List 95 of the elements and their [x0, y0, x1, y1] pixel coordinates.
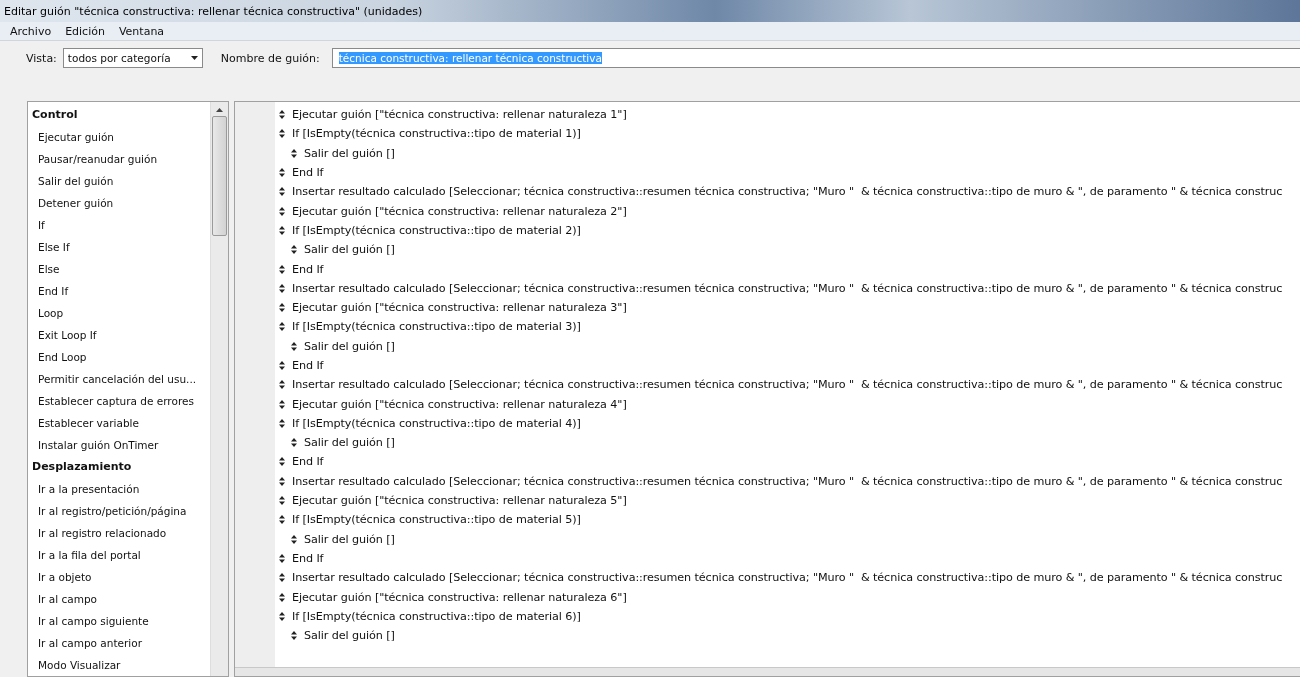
move-handle-icon[interactable]	[279, 515, 285, 525]
move-handle-icon[interactable]	[279, 129, 285, 139]
move-handle-icon[interactable]	[279, 553, 285, 563]
script-step[interactable]: Ejecutar guión ["técnica constructiva: rellenar naturaleza 6"]	[292, 590, 627, 604]
script-step[interactable]: End If	[292, 455, 324, 469]
script-step[interactable]: If [IsEmpty(técnica constructiva::tipo de material 3)]	[292, 320, 581, 334]
step-list-item[interactable]: Establecer captura de errores	[32, 390, 210, 412]
move-handle-icon[interactable]	[279, 283, 285, 293]
step-list-item[interactable]: Ir al campo	[32, 588, 210, 610]
step-list-item[interactable]: Ir al campo anterior	[32, 632, 210, 654]
horizontal-scrollbar[interactable]	[235, 667, 1300, 676]
dropdown-caret-icon	[190, 56, 198, 60]
step-list-item[interactable]: End Loop	[32, 346, 210, 368]
step-list-item[interactable]: Pausar/reanudar guión	[32, 148, 210, 170]
move-handle-icon[interactable]	[291, 438, 297, 448]
script-step[interactable]: Insertar resultado calculado [Seleccionar; técnica constructiva::resumen técnica constructiva; "Muro " & técnica constructiva::tipo de muro & ", de paramento " & técnica construc	[292, 378, 1283, 392]
step-list-item[interactable]: Ir al registro relacionado	[32, 522, 210, 544]
step-list-item[interactable]: If	[32, 214, 210, 236]
move-handle-icon[interactable]	[279, 457, 285, 467]
script-step[interactable]: If [IsEmpty(técnica constructiva::tipo de material 4)]	[292, 416, 581, 430]
move-handle-icon[interactable]	[279, 573, 285, 583]
scroll-thumb[interactable]	[212, 116, 227, 236]
script-step[interactable]: Salir del guión []	[304, 532, 395, 546]
vertical-scrollbar[interactable]	[210, 102, 228, 676]
move-handle-icon[interactable]	[279, 322, 285, 332]
script-step[interactable]: Ejecutar guión ["técnica constructiva: rellenar naturaleza 3"]	[292, 301, 627, 315]
script-step[interactable]: Salir del guión []	[304, 146, 395, 160]
script-step[interactable]: End If	[292, 166, 324, 180]
script-step[interactable]: Insertar resultado calculado [Seleccionar; técnica constructiva::resumen técnica constructiva; "Muro " & técnica constructiva::tipo de muro & ", de paramento " & técnica construc	[292, 474, 1283, 488]
script-step[interactable]: If [IsEmpty(técnica constructiva::tipo de material 6)]	[292, 609, 581, 623]
move-handle-icon[interactable]	[279, 206, 285, 216]
move-handle-icon[interactable]	[291, 341, 297, 351]
step-list-item[interactable]: Ejecutar guión	[32, 126, 210, 148]
step-list-item[interactable]: Loop	[32, 302, 210, 324]
script-name-label: Nombre de guión:	[220, 51, 320, 65]
step-list-item[interactable]: Ir a objeto	[32, 566, 210, 588]
step-list-item[interactable]: Else If	[32, 236, 210, 258]
view-dropdown[interactable]: todos por categoría	[62, 48, 203, 68]
step-list-item[interactable]: Ir al campo siguiente	[32, 610, 210, 632]
step-list-item[interactable]: Salir del guión	[32, 170, 210, 192]
move-handle-icon[interactable]	[291, 534, 297, 544]
move-handle-icon[interactable]	[279, 418, 285, 428]
script-step[interactable]: If [IsEmpty(técnica constructiva::tipo de material 2)]	[292, 223, 581, 237]
script-step[interactable]: Salir del guión []	[304, 629, 395, 643]
script-step[interactable]: If [IsEmpty(técnica constructiva::tipo de material 5)]	[292, 513, 581, 527]
step-list-item[interactable]: End If	[32, 280, 210, 302]
menu-item[interactable]: Archivo	[10, 24, 52, 38]
script-step[interactable]: Salir del guión []	[304, 339, 395, 353]
scroll-up-icon[interactable]	[216, 108, 223, 112]
step-list-item[interactable]: Detener guión	[32, 192, 210, 214]
step-list-item[interactable]: Instalar guión OnTimer	[32, 434, 210, 456]
step-list-item[interactable]: Modo Visualizar	[32, 654, 210, 676]
script-step[interactable]: Ejecutar guión ["técnica constructiva: rellenar naturaleza 5"]	[292, 494, 627, 508]
move-handle-icon[interactable]	[279, 264, 285, 274]
step-list-item[interactable]: Ir a la presentación	[32, 478, 210, 500]
move-handle-icon[interactable]	[279, 168, 285, 178]
script-step[interactable]: If [IsEmpty(técnica constructiva::tipo de material 1)]	[292, 127, 581, 141]
script-step[interactable]: End If	[292, 551, 324, 565]
category-header: Desplazamiento	[32, 459, 133, 475]
move-handle-icon[interactable]	[279, 303, 285, 313]
script-step[interactable]: Insertar resultado calculado [Seleccionar; técnica constructiva::resumen técnica constructiva; "Muro " & técnica constructiva::tipo de muro & ", de paramento " & técnica construc	[292, 185, 1283, 199]
move-handle-icon[interactable]	[279, 187, 285, 197]
step-list-item[interactable]: Permitir cancelación del usu...	[32, 368, 210, 390]
move-handle-icon[interactable]	[291, 148, 297, 158]
menu-item[interactable]: Edición	[65, 24, 105, 38]
script-step[interactable]: End If	[292, 359, 324, 372]
window-title: Editar guión "técnica constructiva: rellenar técnica constructiva" (unidades)	[4, 4, 423, 18]
move-handle-icon[interactable]	[291, 245, 297, 255]
script-step[interactable]: Ejecutar guión ["técnica constructiva: rellenar naturaleza 4"]	[292, 397, 627, 411]
move-handle-icon[interactable]	[279, 225, 285, 235]
script-step[interactable]: Salir del guión []	[304, 436, 395, 450]
view-label: Vista:	[26, 51, 57, 65]
move-handle-icon[interactable]	[279, 611, 285, 621]
script-step[interactable]: Salir del guión []	[304, 243, 395, 257]
step-list-item[interactable]: Establecer variable	[32, 412, 210, 434]
step-list-item[interactable]: Ir a la fila del portal	[32, 544, 210, 566]
script-step[interactable]: End If	[292, 262, 324, 276]
move-handle-icon[interactable]	[279, 592, 285, 602]
move-handle-icon[interactable]	[291, 631, 297, 641]
move-handle-icon[interactable]	[279, 496, 285, 506]
category-header: Control	[32, 107, 79, 123]
script-step[interactable]: Ejecutar guión ["técnica constructiva: rellenar naturaleza 2"]	[292, 204, 627, 218]
menu-item[interactable]: Ventana	[118, 24, 165, 38]
move-handle-icon[interactable]	[279, 476, 285, 486]
step-list-item[interactable]: Exit Loop If	[32, 324, 210, 346]
script-step[interactable]: Insertar resultado calculado [Seleccionar; técnica constructiva::resumen técnica constructiva; "Muro " & técnica constructiva::tipo de muro & ", de paramento " & técnica construc	[292, 281, 1283, 295]
script-name-value: técnica constructiva: rellenar técnica constructiva	[338, 52, 602, 64]
script-step[interactable]: Ejecutar guión ["técnica constructiva: rellenar naturaleza 1"]	[292, 108, 627, 122]
script-step[interactable]: Insertar resultado calculado [Seleccionar; técnica constructiva::resumen técnica constructiva; "Muro " & técnica constructiva::tipo de muro & ", de paramento " & técnica construc	[292, 571, 1283, 585]
step-list-item[interactable]: Ir al registro/petición/página	[32, 500, 210, 522]
move-handle-icon[interactable]	[279, 110, 285, 120]
move-handle-icon[interactable]	[279, 361, 285, 370]
step-list-item[interactable]: Else	[32, 258, 210, 280]
move-handle-icon[interactable]	[279, 399, 285, 409]
move-handle-icon[interactable]	[279, 380, 285, 390]
